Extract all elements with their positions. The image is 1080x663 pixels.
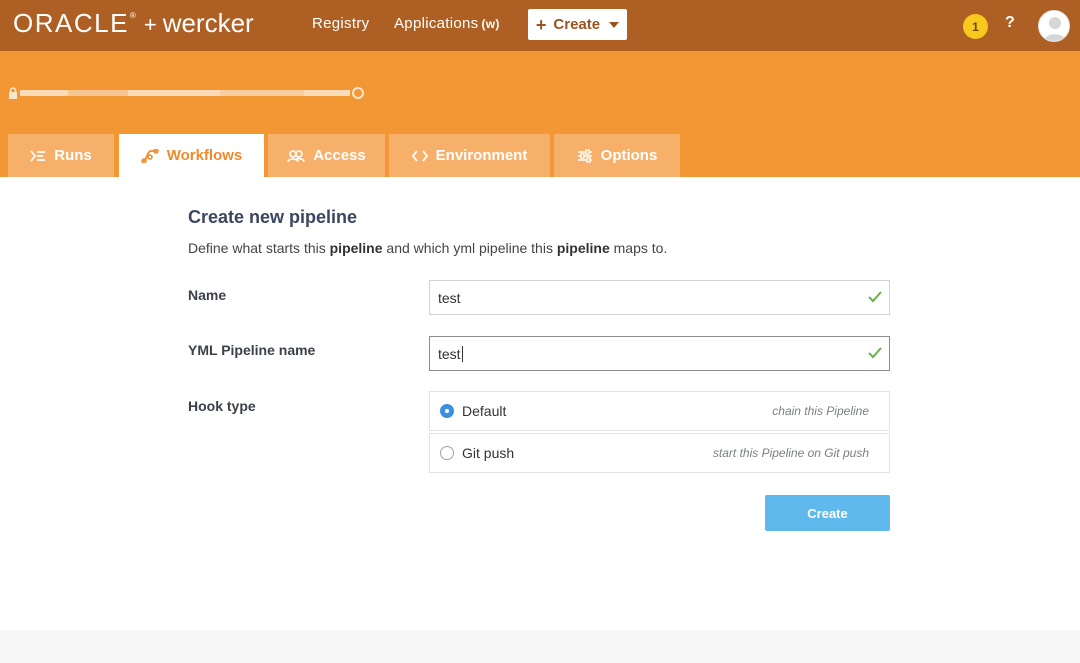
hook-option-default[interactable]: Default chain this Pipeline — [429, 391, 890, 431]
yml-pipeline-name-input[interactable]: test — [429, 336, 890, 371]
valid-check-icon — [868, 347, 882, 359]
valid-check-icon — [868, 291, 882, 303]
nav-registry-link[interactable]: Registry — [312, 15, 369, 32]
hook-option-hint: start this Pipeline on Git push — [712, 446, 869, 460]
pipeline-name-input[interactable]: test — [429, 280, 890, 315]
description-text: and which yml pipeline this — [382, 240, 557, 256]
tab-workflows-label: Workflows — [166, 147, 243, 164]
top-navbar: ORACLE ® + wercker Registry Applications… — [0, 0, 1080, 51]
access-icon — [287, 149, 306, 162]
brand-plus: + — [143, 12, 157, 37]
nav-applications-link[interactable]: Applications (w) — [394, 15, 500, 32]
tab-runs-label: Runs — [54, 147, 92, 164]
hook-option-label: Git push — [462, 445, 515, 461]
workflows-icon — [140, 148, 159, 163]
description-emphasis: pipeline — [556, 240, 610, 256]
description-text: maps to. — [609, 240, 668, 256]
nav-applications-label: Applications — [394, 15, 479, 32]
help-icon[interactable]: ? — [1005, 14, 1017, 36]
tab-access[interactable]: Access — [268, 134, 385, 177]
oracle-wordmark: ORACLE — [13, 8, 129, 38]
tab-access-label: Access — [313, 147, 366, 164]
github-icon — [352, 87, 364, 99]
tab-options-label: Options — [600, 147, 658, 164]
hook-option-hint: chain this Pipeline — [772, 404, 869, 418]
user-avatar[interactable] — [1038, 10, 1070, 42]
applications-shortcut-badge: (w) — [481, 17, 500, 31]
caret-down-icon — [609, 21, 620, 28]
tab-workflows[interactable]: Workflows — [119, 134, 264, 177]
create-dropdown-button[interactable]: + Create — [528, 9, 627, 40]
plus-icon: + — [535, 14, 547, 35]
tab-environment[interactable]: Environment — [389, 134, 550, 177]
hook-option-label: Default — [462, 403, 507, 419]
tab-environment-label: Environment — [435, 147, 528, 164]
wercker-wordmark: wercker — [162, 8, 254, 38]
sliders-icon — [577, 148, 592, 163]
hook-option-git-push[interactable]: Git push start this Pipeline on Git push — [429, 433, 890, 473]
tab-options[interactable]: Options — [554, 134, 680, 177]
radio-button-selected[interactable] — [440, 404, 454, 418]
default-avatar-icon — [1044, 17, 1066, 41]
text-cursor — [461, 345, 463, 362]
trademark-mark: ® — [129, 11, 136, 20]
tab-runs[interactable]: Runs — [8, 134, 114, 177]
lock-icon — [9, 87, 17, 99]
oracle-wercker-logo[interactable]: ORACLE ® + wercker — [13, 8, 254, 40]
runs-icon — [30, 149, 46, 162]
name-label: Name — [188, 287, 227, 303]
page-title: Create new pipeline — [188, 207, 358, 227]
description-emphasis: pipeline — [329, 240, 383, 256]
notification-badge[interactable]: 1 — [963, 14, 988, 39]
yml-pipeline-name-label: YML Pipeline name — [188, 342, 316, 358]
code-brackets-icon — [411, 149, 428, 162]
hook-type-label: Hook type — [188, 398, 256, 414]
create-button-label: Create — [553, 16, 601, 33]
radio-button[interactable] — [440, 446, 454, 460]
pipeline-name-value: test — [438, 289, 461, 306]
redacted-app-name — [20, 77, 350, 109]
create-pipeline-button[interactable]: Create — [765, 495, 890, 531]
page-description: Define what starts this pipeline and whi… — [188, 240, 667, 256]
create-pipeline-panel: Create new pipeline Define what starts t… — [0, 177, 1080, 630]
yml-pipeline-name-value: test — [438, 345, 461, 362]
description-text: Define what starts this — [188, 240, 330, 256]
